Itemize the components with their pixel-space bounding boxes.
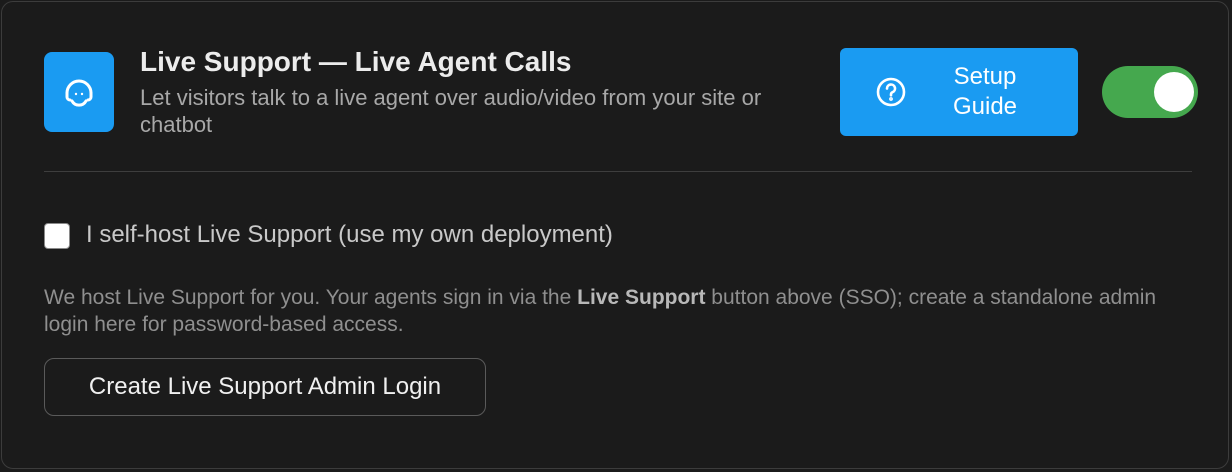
- enable-live-support-toggle[interactable]: [1102, 66, 1198, 118]
- page-title: Live Support — Live Agent Calls: [140, 46, 572, 77]
- divider: [44, 171, 1192, 172]
- help-text-start: We host Live Support for you. Your agent…: [44, 286, 578, 309]
- toggle-knob: [1154, 72, 1194, 112]
- page-subtitle: Let visitors talk to a live agent over a…: [140, 85, 762, 137]
- setup-guide-button[interactable]: Setup Guide: [840, 48, 1078, 136]
- setup-guide-label: Setup Guide: [952, 63, 1018, 120]
- question-circle-icon: [875, 76, 907, 108]
- hosting-help-text: We host Live Support for you. Your agent…: [44, 284, 1194, 338]
- help-text-bold: Live Support: [577, 286, 706, 309]
- self-host-label[interactable]: I self-host Live Support (use my own dep…: [86, 221, 613, 249]
- live-support-settings-card: Live Support — Live Agent Calls Let visi…: [1, 1, 1229, 469]
- self-host-checkbox[interactable]: [44, 223, 70, 249]
- create-admin-login-button[interactable]: Create Live Support Admin Login: [44, 358, 486, 416]
- headset-icon: [44, 52, 114, 132]
